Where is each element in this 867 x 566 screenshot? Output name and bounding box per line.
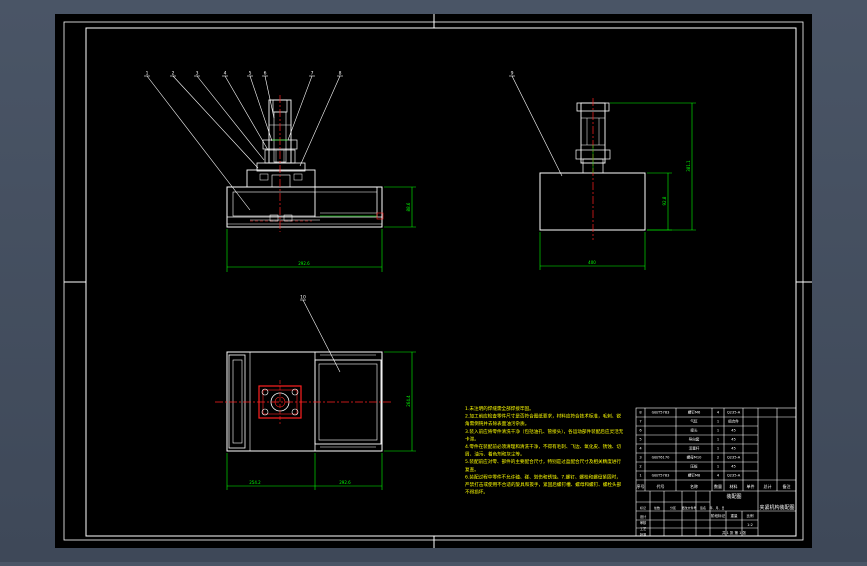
callout-number: 4: [224, 71, 227, 77]
bom-header-cell: 总计: [764, 483, 772, 489]
drawing-sheet: [55, 14, 812, 548]
bom-cell: 2: [717, 456, 719, 460]
bom-cell: 螺母M10: [687, 455, 703, 460]
bom-header-cell: 序号: [637, 483, 645, 489]
title-block-label: 分区: [670, 505, 676, 510]
sheet-count: 共 1 张 第 1 张: [722, 530, 747, 535]
title-block-role: 设计: [640, 514, 647, 519]
bom-cell: 3: [639, 456, 641, 460]
title-assembly: 装配图: [726, 493, 741, 500]
bom-cell: 螺钉M8: [688, 473, 701, 478]
scale-value: 1:2: [747, 523, 753, 527]
bom-cell: 1: [717, 420, 719, 424]
weight-label: 重量: [731, 513, 739, 518]
bom-cell: 压板: [690, 464, 698, 469]
bom-cell: 气缸: [690, 419, 698, 424]
bom-cell: 1: [717, 447, 719, 451]
callout-number: 2: [172, 71, 175, 77]
top-left-dim: 254.2: [249, 480, 261, 485]
title-block-role: 审核: [640, 520, 647, 525]
bom-cell: 螺钉M6: [688, 410, 701, 415]
bom-cell: 5: [639, 438, 641, 442]
bom-cell: 45: [731, 465, 736, 469]
bom-cell: 45: [731, 438, 736, 442]
bom-cell: 接头: [690, 428, 698, 433]
callout-number: 10: [300, 295, 306, 301]
callout-number: 8: [339, 71, 342, 77]
bom-cell: 1: [717, 465, 719, 469]
bom-header-cell: 材料: [730, 483, 738, 489]
stage-label: 阶段标记: [711, 513, 725, 518]
side-height-dim: 92.8: [662, 196, 667, 205]
top-callouts: 10: [300, 295, 306, 301]
bom-cell: 导向套: [689, 437, 700, 442]
bom-cell: 1: [639, 474, 641, 478]
bom-cell: GB/T5783: [652, 474, 670, 478]
bom-cell: Q235-A: [727, 456, 741, 460]
bom-cell: 活塞杆: [689, 446, 700, 451]
callout-number: 7: [311, 71, 314, 77]
bom-header-cell: 代号: [657, 483, 665, 489]
title-block-label: 更改文件号: [681, 505, 696, 510]
bom-header-cell: 单件: [747, 483, 755, 489]
front-width-dim: 292.6: [298, 261, 310, 266]
side-width-dim: 400: [588, 260, 596, 265]
bom-cell: 45: [731, 429, 736, 433]
side-total-dim: 381.1: [686, 160, 691, 172]
callout-number: 5: [249, 71, 252, 77]
title-block-label: 标记: [640, 505, 646, 510]
bom-cell: 1: [717, 429, 719, 433]
front-height-dim: 88.6: [406, 202, 411, 211]
bom-cell: Q235-A: [727, 411, 741, 415]
drawing-canvas[interactable]: 292.6 88.6 12345678 400 92.8 381.1 9 254…: [0, 0, 867, 562]
title-block-label: 处数: [654, 505, 660, 510]
bom-cell: 45: [731, 447, 736, 451]
bom-header-cell: 数量: [714, 483, 722, 489]
bom-cell: 2: [639, 465, 641, 469]
bom-cell: GB/T5783: [652, 411, 670, 415]
bom-header-cell: 备注: [783, 483, 791, 489]
callout-number: 9: [511, 71, 514, 77]
tech-note: 1.未注明的焊缝需全部焊接牢固。: [465, 405, 534, 412]
cad-viewport[interactable]: 292.6 88.6 12345678 400 92.8 381.1 9 254…: [0, 0, 867, 562]
top-height-dim: 264.4: [406, 395, 411, 407]
callout-number: 1: [146, 71, 149, 77]
title-block-role: 工艺: [640, 526, 646, 531]
bom-header-cell: 名称: [690, 483, 698, 489]
scale-label: 比例: [747, 513, 755, 518]
bom-cell: 1: [717, 438, 719, 442]
bom-cell: Q235-A: [727, 474, 741, 478]
title-block-label: 签名: [700, 505, 706, 510]
callout-number: 6: [264, 71, 267, 77]
drawing-title: 夹紧机构装配图: [759, 504, 794, 511]
title-block-label: 年、月、日: [709, 505, 724, 510]
callout-number: 3: [196, 71, 199, 77]
side-callouts: 9: [511, 71, 514, 77]
bom-cell: 组合件: [728, 419, 739, 424]
bom-cell: GB/T6170: [652, 456, 671, 460]
bom-cell: 7: [639, 420, 641, 424]
title-block-role: 批准: [640, 532, 647, 537]
top-right-dim: 292.6: [339, 480, 351, 485]
